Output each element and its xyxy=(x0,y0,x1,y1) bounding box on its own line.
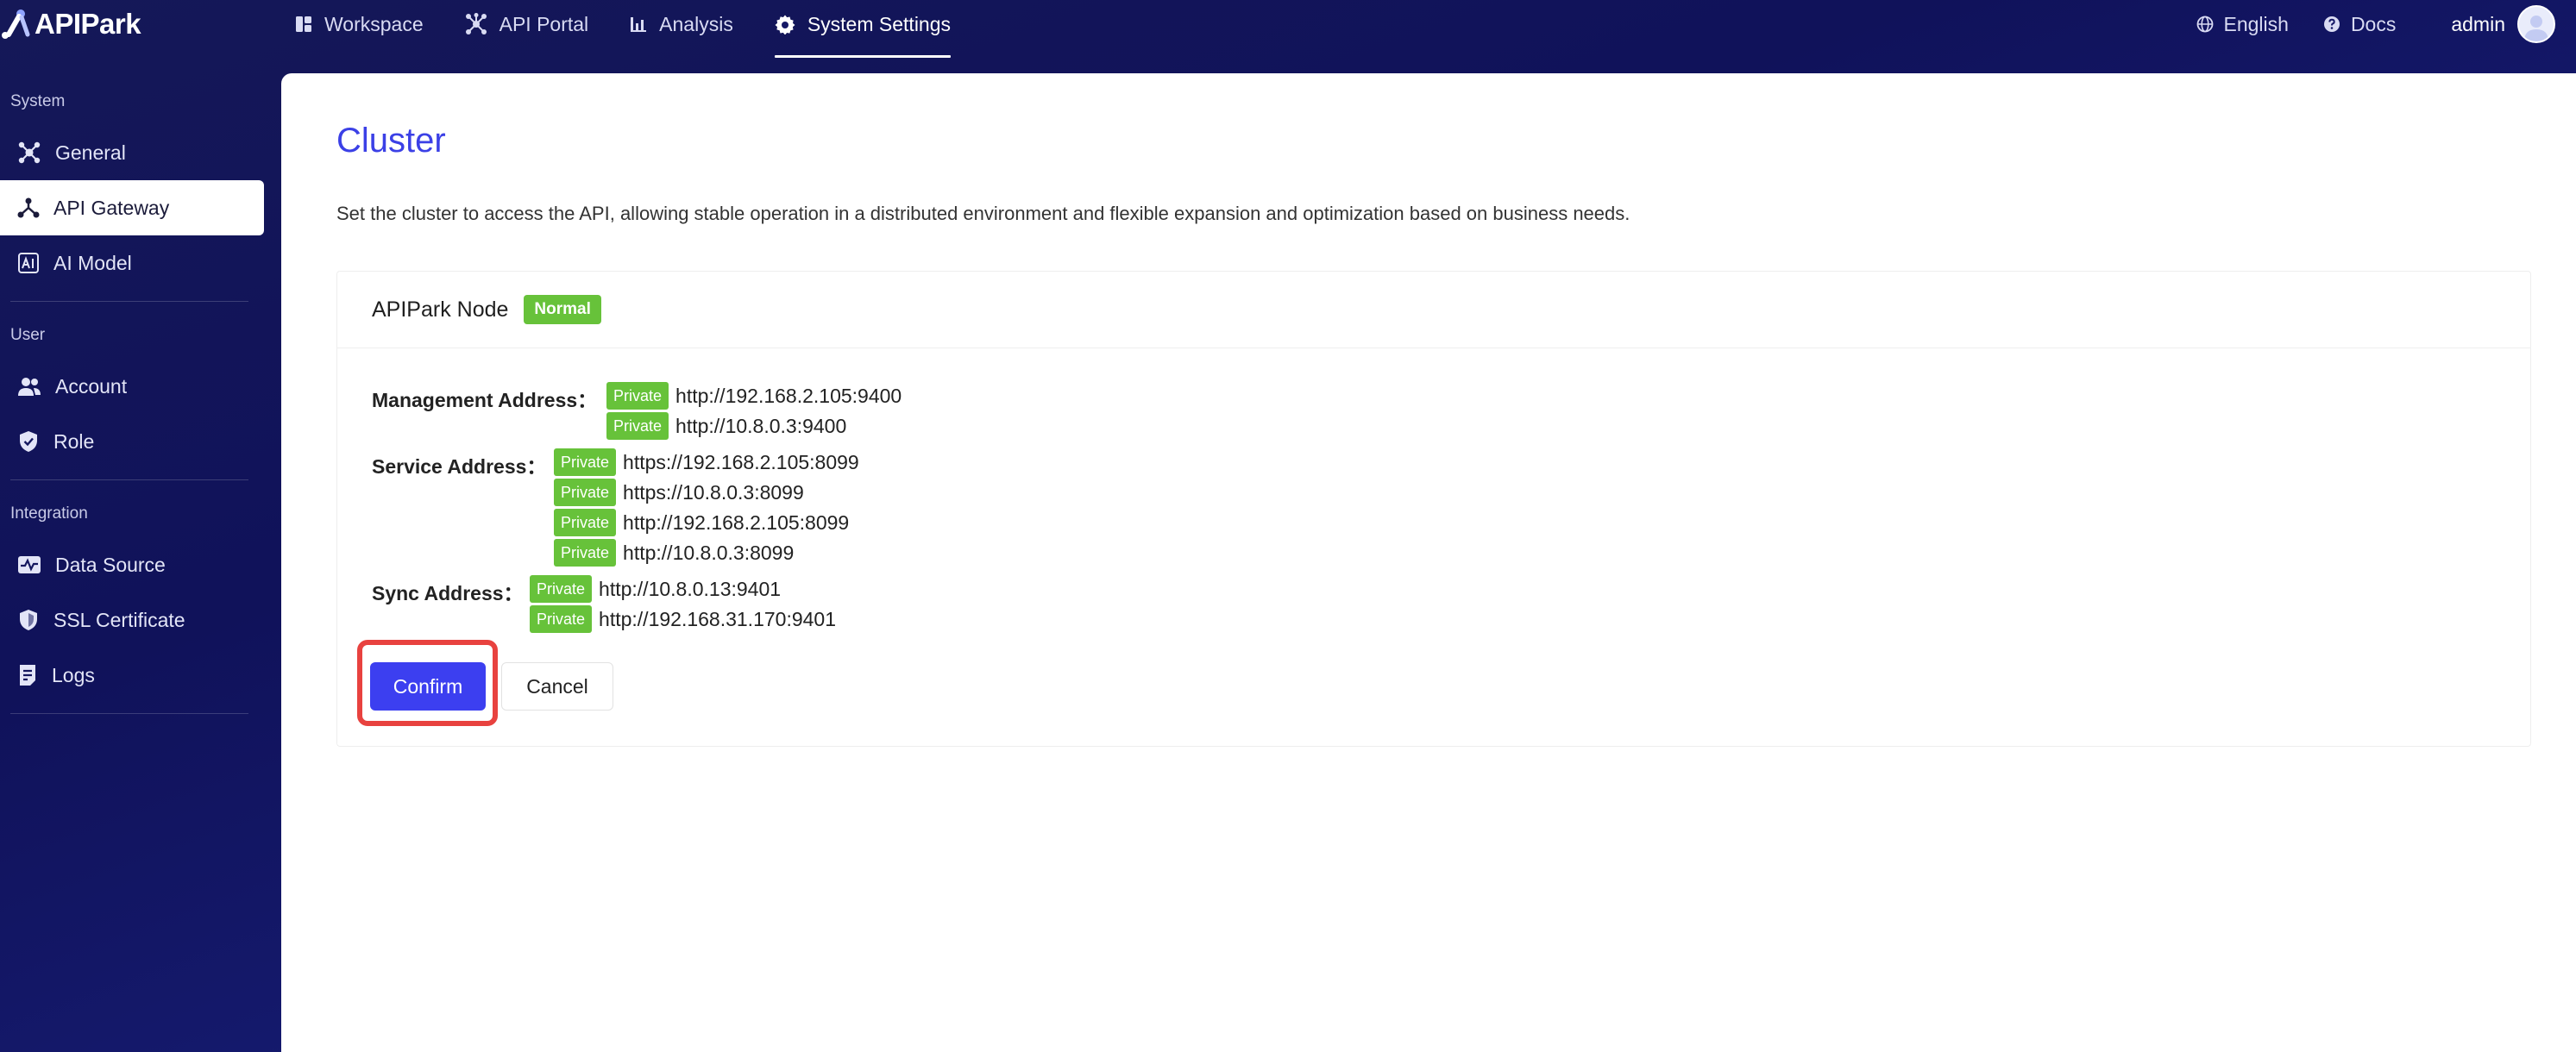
service-address-label: Service Address： xyxy=(372,455,547,478)
address-url: http://192.168.2.105:8099 xyxy=(623,510,850,534)
globe-icon xyxy=(2196,16,2213,33)
sync-address-label: Sync Address： xyxy=(372,582,524,604)
service-address-row: Private http://192.168.2.105:8099 xyxy=(554,509,849,536)
nav-system-settings-label: System Settings xyxy=(807,12,952,35)
workspace-icon xyxy=(296,16,311,32)
api-gateway-icon xyxy=(17,197,40,218)
language-switch[interactable]: English xyxy=(2196,13,2289,36)
address-url: http://192.168.31.170:9401 xyxy=(599,607,836,630)
private-tag: Private xyxy=(554,479,617,506)
private-tag: Private xyxy=(530,605,593,633)
nav-workspace-label: Workspace xyxy=(324,12,424,35)
help-icon xyxy=(2323,16,2340,32)
node-card-header: APIPark Node Normal xyxy=(337,272,2530,348)
analysis-icon xyxy=(631,17,647,32)
main-content: Cluster Set the cluster to access the AP… xyxy=(281,73,2576,1052)
service-address-row: Private http://10.8.0.3:8099 xyxy=(554,539,794,567)
private-tag: Private xyxy=(554,509,617,536)
address-url: https://10.8.0.3:8099 xyxy=(623,480,804,504)
nav-api-portal-label: API Portal xyxy=(499,12,589,35)
sidebar-divider xyxy=(10,713,248,714)
ai-model-icon xyxy=(18,253,39,273)
address-url: https://192.168.2.105:8099 xyxy=(623,450,859,473)
data-source-icon xyxy=(18,556,41,573)
gear-icon xyxy=(775,15,795,34)
sync-address-row: Private http://10.8.0.13:9401 xyxy=(530,575,781,603)
role-icon xyxy=(20,431,37,452)
nav-workspace[interactable]: Workspace xyxy=(295,0,424,48)
sidebar-item-api-gateway-label: API Gateway xyxy=(53,196,170,219)
sidebar-item-ai-model-label: AI Model xyxy=(53,251,132,274)
app-name: APIPark xyxy=(35,8,141,40)
api-portal-icon xyxy=(465,13,487,34)
top-bar: APIPark Workspace API Portal Analysis Sy… xyxy=(0,0,2576,73)
sidebar-item-logs[interactable]: Logs xyxy=(0,648,264,703)
account-icon xyxy=(18,378,41,396)
private-tag: Private xyxy=(606,382,669,410)
private-tag: Private xyxy=(606,412,669,440)
address-url: http://10.8.0.3:8099 xyxy=(623,541,795,564)
top-right-toolbar: English Docs admin xyxy=(2196,0,2576,48)
sidebar-item-data-source[interactable]: Data Source xyxy=(0,537,264,592)
general-icon xyxy=(18,141,41,164)
nav-system-settings[interactable]: System Settings xyxy=(774,0,952,58)
sidebar-item-ai-model[interactable]: AI Model xyxy=(0,235,264,291)
language-label: English xyxy=(2223,12,2289,35)
docs-link[interactable]: Docs xyxy=(2323,13,2396,36)
sidebar-item-role-label: Role xyxy=(53,429,95,453)
main-nav: Workspace API Portal Analysis System Set… xyxy=(295,0,992,60)
status-badge: Normal xyxy=(524,295,601,324)
sidebar-item-logs-label: Logs xyxy=(52,663,95,686)
sidebar-divider xyxy=(10,301,248,302)
private-tag: Private xyxy=(554,539,617,567)
sidebar-item-ssl-certificate[interactable]: SSL Certificate xyxy=(0,592,264,648)
sidebar-divider xyxy=(10,479,248,480)
logs-icon xyxy=(20,665,35,686)
docs-label: Docs xyxy=(2350,12,2397,35)
sidebar: System General API Gateway AI Model User xyxy=(0,73,281,1052)
service-address-row: Private https://192.168.2.105:8099 xyxy=(554,448,859,476)
sidebar-item-data-source-label: Data Source xyxy=(55,553,166,576)
logo[interactable]: APIPark xyxy=(0,8,141,40)
avatar[interactable] xyxy=(2517,5,2555,43)
sidebar-item-general[interactable]: General xyxy=(0,125,264,180)
page-title: Cluster xyxy=(336,122,446,160)
sidebar-item-api-gateway[interactable]: API Gateway xyxy=(0,180,264,235)
user-avatar-icon xyxy=(2524,16,2548,41)
address-url: http://10.8.0.13:9401 xyxy=(599,577,782,600)
nav-analysis[interactable]: Analysis xyxy=(630,0,733,48)
private-tag: Private xyxy=(530,575,593,603)
ssl-certificate-icon xyxy=(20,610,37,630)
sync-address-row: Private http://192.168.31.170:9401 xyxy=(530,605,836,633)
apipark-logo-icon xyxy=(2,9,30,39)
sidebar-item-general-label: General xyxy=(55,141,126,164)
management-address-row: Private http://10.8.0.3:9400 xyxy=(606,412,846,440)
sidebar-item-ssl-certificate-label: SSL Certificate xyxy=(53,608,185,631)
management-address-label: Management Address： xyxy=(372,389,598,411)
node-card: APIPark Node Normal Management Address： … xyxy=(336,271,2531,747)
sidebar-item-account[interactable]: Account xyxy=(0,359,264,414)
node-title: APIPark Node xyxy=(372,297,509,322)
confirm-button[interactable]: Confirm xyxy=(370,662,486,711)
page-description: Set the cluster to access the API, allow… xyxy=(336,203,1630,224)
sidebar-item-role[interactable]: Role xyxy=(0,414,264,469)
private-tag: Private xyxy=(554,448,617,476)
sidebar-group-integration: Integration xyxy=(10,504,88,523)
address-url: http://10.8.0.3:9400 xyxy=(675,414,847,437)
nav-analysis-label: Analysis xyxy=(659,12,733,35)
sidebar-group-system: System xyxy=(10,92,66,110)
address-url: http://192.168.2.105:9400 xyxy=(675,384,902,407)
username[interactable]: admin xyxy=(2451,13,2505,36)
service-address-row: Private https://10.8.0.3:8099 xyxy=(554,479,804,506)
management-address-row: Private http://192.168.2.105:9400 xyxy=(606,382,902,410)
sidebar-group-user: User xyxy=(10,326,46,344)
sidebar-item-account-label: Account xyxy=(55,374,128,398)
cancel-button[interactable]: Cancel xyxy=(501,662,613,711)
nav-api-portal[interactable]: API Portal xyxy=(465,0,589,48)
